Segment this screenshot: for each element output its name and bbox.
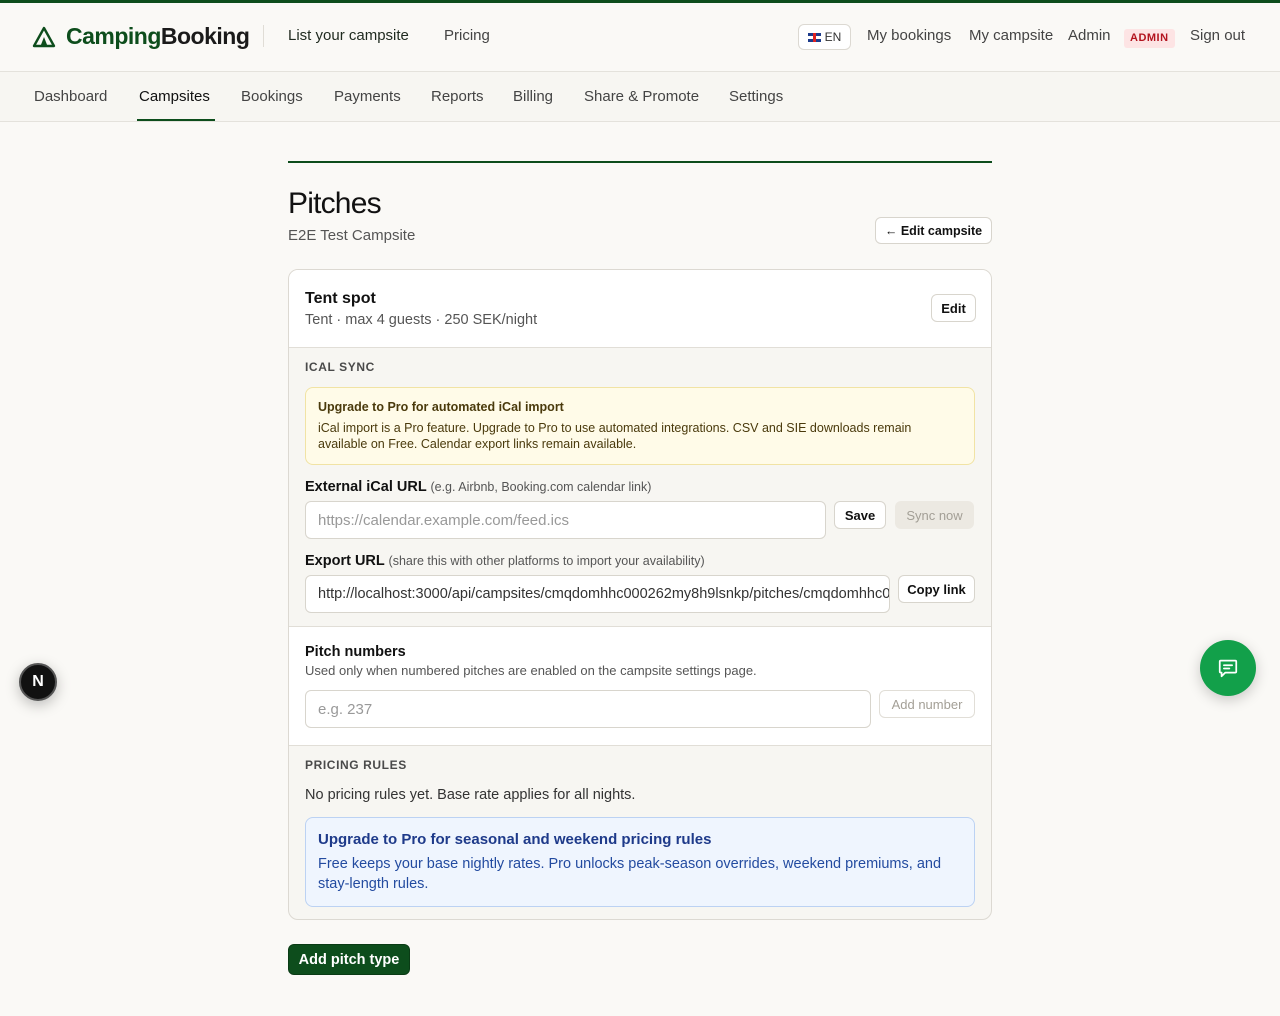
copy-link-button[interactable]: Copy link bbox=[898, 575, 975, 603]
pitch-card: Tent spot Tent · max 4 guests · 250 SEK/… bbox=[288, 269, 992, 920]
tab-share-promote[interactable]: Share & Promote bbox=[584, 88, 699, 105]
dashboard-subnav: Dashboard Campsites Bookings Payments Re… bbox=[0, 72, 1280, 122]
pitch-numbers-title: Pitch numbers bbox=[305, 644, 406, 660]
sync-now-button[interactable]: Sync now bbox=[895, 501, 974, 529]
pitch-numbers-description: Used only when numbered pitches are enab… bbox=[305, 663, 757, 678]
active-tab-indicator bbox=[137, 119, 215, 121]
add-number-button[interactable]: Add number bbox=[879, 690, 975, 718]
header-divider bbox=[263, 25, 264, 47]
pricing-upgrade-title: Upgrade to Pro for seasonal and weekend … bbox=[318, 831, 712, 848]
export-url-label: Export URL (share this with other platfo… bbox=[305, 553, 705, 569]
external-ical-hint: (e.g. Airbnb, Booking.com calendar link) bbox=[430, 480, 652, 494]
brand-name: CampingBooking bbox=[66, 23, 250, 50]
my-campsite-link[interactable]: My campsite bbox=[969, 27, 1053, 44]
tab-bookings[interactable]: Bookings bbox=[241, 88, 303, 105]
pricing-upgrade-notice: Upgrade to Pro for seasonal and weekend … bbox=[305, 817, 975, 907]
pricing-rules-section-label: PRICING RULES bbox=[305, 758, 407, 772]
brand-name-part1: Camping bbox=[66, 23, 161, 49]
brand-logo[interactable]: CampingBooking bbox=[32, 23, 250, 50]
pitch-number-input[interactable]: e.g. 237 bbox=[305, 690, 871, 728]
add-pitch-type-button[interactable]: Add pitch type bbox=[288, 944, 410, 975]
nextjs-dev-indicator[interactable]: N bbox=[19, 663, 57, 701]
pricing-upgrade-text: Free keeps your base nightly rates. Pro … bbox=[318, 856, 942, 892]
ical-upgrade-text: iCal import is a Pro feature. Upgrade to… bbox=[318, 421, 912, 451]
ical-upgrade-notice: Upgrade to Pro for automated iCal import… bbox=[305, 387, 975, 465]
edit-campsite-button[interactable]: ← Edit campsite bbox=[875, 217, 992, 244]
campsite-name: E2E Test Campsite bbox=[288, 227, 416, 244]
tab-reports[interactable]: Reports bbox=[431, 88, 484, 105]
pitch-meta: Tent · max 4 guests · 250 SEK/night bbox=[305, 312, 538, 328]
top-header: CampingBooking List your campsite Pricin… bbox=[0, 3, 1280, 72]
export-url-field[interactable]: http://localhost:3000/api/campsites/cmqd… bbox=[305, 575, 890, 613]
tab-dashboard[interactable]: Dashboard bbox=[34, 88, 107, 105]
admin-role-badge: ADMIN bbox=[1124, 29, 1175, 48]
language-switcher[interactable]: EN bbox=[798, 24, 851, 50]
external-ical-label: External iCal URL (e.g. Airbnb, Booking.… bbox=[305, 479, 651, 495]
ical-upgrade-title: Upgrade to Pro for automated iCal import bbox=[318, 400, 564, 414]
chat-bubble-icon bbox=[1218, 659, 1238, 678]
external-ical-input[interactable]: https://calendar.example.com/feed.ics bbox=[305, 501, 826, 539]
brand-name-part2: Booking bbox=[160, 23, 250, 49]
tab-campsites[interactable]: Campsites bbox=[139, 88, 210, 105]
uk-flag-icon bbox=[807, 32, 821, 42]
language-code: EN bbox=[824, 30, 842, 44]
tab-billing[interactable]: Billing bbox=[513, 88, 553, 105]
tent-logo-icon bbox=[32, 26, 56, 47]
section-divider bbox=[289, 745, 991, 746]
external-ical-label-text: External iCal URL bbox=[305, 479, 427, 495]
list-campsite-link[interactable]: List your campsite bbox=[288, 27, 409, 44]
section-top-rule bbox=[288, 161, 992, 163]
pricing-link[interactable]: Pricing bbox=[444, 27, 490, 44]
pitch-name: Tent spot bbox=[305, 290, 376, 307]
edit-pitch-button[interactable]: Edit bbox=[931, 294, 976, 322]
tab-settings[interactable]: Settings bbox=[729, 88, 783, 105]
admin-link[interactable]: Admin bbox=[1068, 27, 1111, 44]
my-bookings-link[interactable]: My bookings bbox=[867, 27, 951, 44]
chat-support-button[interactable] bbox=[1200, 640, 1256, 696]
export-url-hint: (share this with other platforms to impo… bbox=[388, 554, 705, 568]
export-url-label-text: Export URL bbox=[305, 553, 385, 569]
tab-payments[interactable]: Payments bbox=[334, 88, 401, 105]
page-title: Pitches bbox=[288, 187, 382, 220]
save-ical-button[interactable]: Save bbox=[834, 501, 886, 529]
pricing-rules-empty-state: No pricing rules yet. Base rate applies … bbox=[305, 787, 636, 803]
sign-out-link[interactable]: Sign out bbox=[1190, 27, 1245, 44]
pitch-card-header: Tent spot Tent · max 4 guests · 250 SEK/… bbox=[289, 270, 991, 348]
ical-section-label: ICAL SYNC bbox=[305, 360, 375, 374]
